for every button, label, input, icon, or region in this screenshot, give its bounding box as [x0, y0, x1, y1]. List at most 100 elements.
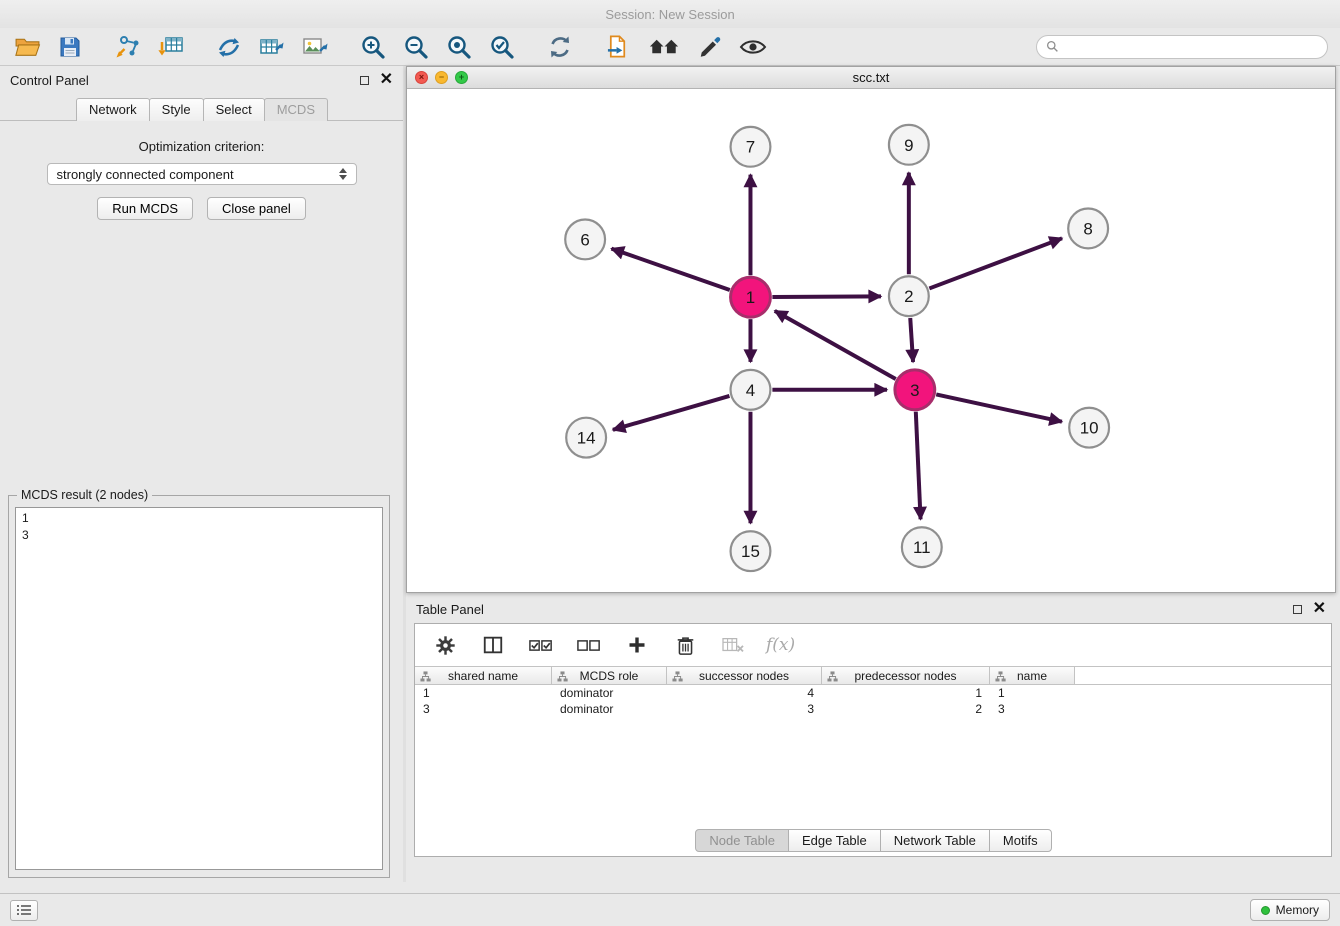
- network-window-title: scc.txt: [407, 70, 1335, 85]
- first-neighbors-icon[interactable]: [646, 32, 682, 62]
- graph-edge[interactable]: [929, 238, 1062, 288]
- svg-text:8: 8: [1083, 219, 1092, 238]
- zoom-selected-icon[interactable]: [487, 32, 517, 62]
- result-line: 1: [22, 510, 376, 527]
- minimize-window-icon[interactable]: −: [435, 71, 448, 84]
- memory-button[interactable]: Memory: [1250, 899, 1330, 921]
- svg-text:3: 3: [910, 381, 919, 400]
- graph-node[interactable]: 10: [1069, 408, 1109, 448]
- function-builder-icon[interactable]: f(x): [766, 635, 795, 655]
- control-panel: Control Panel ✕ Network Style Select MCD…: [0, 66, 403, 882]
- criterion-select[interactable]: strongly connected component: [47, 163, 357, 185]
- search-icon: [1046, 40, 1059, 53]
- export-network-icon[interactable]: [214, 32, 244, 62]
- table-header: shared nameMCDS role successor nodes prede…: [415, 666, 1331, 685]
- column-header-label: successor nodes: [699, 669, 789, 683]
- paintbrush-icon[interactable]: [695, 32, 725, 62]
- table-row[interactable]: 1dominator411: [415, 685, 1331, 701]
- import-network-icon[interactable]: [113, 32, 143, 62]
- sort-column-icon: [827, 671, 838, 682]
- app-title: Session: New Session: [605, 7, 734, 22]
- graph-node[interactable]: 4: [731, 370, 771, 410]
- tab-node-table[interactable]: Node Table: [695, 829, 789, 852]
- tab-motifs[interactable]: Motifs: [989, 829, 1052, 852]
- open-file-icon[interactable]: [12, 32, 42, 62]
- graph-edge[interactable]: [611, 249, 729, 290]
- refresh-icon[interactable]: [545, 32, 575, 62]
- graph-edge[interactable]: [916, 412, 921, 520]
- tab-select[interactable]: Select: [203, 98, 265, 121]
- graph-node[interactable]: 7: [731, 127, 771, 167]
- float-panel-icon[interactable]: [360, 76, 369, 85]
- document-arrow-icon[interactable]: [603, 32, 633, 62]
- status-bar: Memory: [0, 893, 1340, 926]
- graph-node[interactable]: 8: [1068, 209, 1108, 249]
- close-window-icon[interactable]: ×: [415, 71, 428, 84]
- table-row[interactable]: 3dominator323: [415, 701, 1331, 717]
- zoom-in-icon[interactable]: [358, 32, 388, 62]
- network-graph[interactable]: 1 2 3 4 6 7 8 9 10 11 14 15: [407, 89, 1335, 592]
- svg-text:6: 6: [580, 230, 589, 249]
- graph-edge[interactable]: [775, 311, 896, 379]
- run-mcds-button[interactable]: Run MCDS: [97, 197, 193, 220]
- column-header[interactable]: MCDS role: [552, 667, 667, 684]
- export-table-icon[interactable]: [257, 32, 287, 62]
- tab-mcds[interactable]: MCDS: [264, 98, 328, 121]
- optimization-criterion-label: Optimization criterion:: [0, 139, 403, 154]
- table-panel-header: Table Panel ✕: [406, 595, 1336, 623]
- close-panel-icon[interactable]: ✕: [380, 72, 393, 88]
- close-panel-button[interactable]: Close panel: [207, 197, 306, 220]
- column-header[interactable]: shared name: [415, 667, 552, 684]
- view-group: [603, 32, 768, 62]
- table-tabs: Node Table Edge Table Network Table Moti…: [415, 824, 1331, 856]
- graph-edge[interactable]: [910, 318, 913, 362]
- mcds-result-text[interactable]: 13: [15, 507, 383, 870]
- delete-table-icon[interactable]: [718, 630, 748, 660]
- graph-node[interactable]: 1: [731, 277, 771, 317]
- svg-text:1: 1: [746, 288, 755, 307]
- graph-edge[interactable]: [772, 296, 881, 297]
- gear-icon[interactable]: [430, 630, 460, 660]
- graph-node[interactable]: 3: [895, 370, 935, 410]
- eye-icon[interactable]: [738, 32, 768, 62]
- task-history-button[interactable]: [10, 900, 38, 921]
- graph-node[interactable]: 2: [889, 276, 929, 316]
- svg-text:7: 7: [746, 138, 755, 157]
- graph-node[interactable]: 11: [902, 527, 942, 567]
- column-panel-icon[interactable]: [478, 630, 508, 660]
- column-header[interactable]: successor nodes: [667, 667, 822, 684]
- save-icon[interactable]: [55, 32, 85, 62]
- search-input[interactable]: [1065, 39, 1318, 54]
- trash-icon[interactable]: [670, 630, 700, 660]
- graph-node[interactable]: 6: [565, 219, 605, 259]
- graph-node[interactable]: 15: [731, 531, 771, 571]
- svg-text:14: 14: [577, 429, 596, 448]
- zoom-fit-icon[interactable]: [444, 32, 474, 62]
- float-table-panel-icon[interactable]: [1293, 605, 1302, 614]
- tab-network[interactable]: Network: [76, 98, 150, 121]
- export-image-icon[interactable]: [300, 32, 330, 62]
- tab-network-table[interactable]: Network Table: [880, 829, 990, 852]
- file-group: [12, 32, 85, 62]
- graph-edge[interactable]: [613, 396, 730, 430]
- table-cell: 3: [990, 702, 1075, 716]
- graph-node[interactable]: 9: [889, 125, 929, 165]
- zoom-out-icon[interactable]: [401, 32, 431, 62]
- maximize-window-icon[interactable]: +: [455, 71, 468, 84]
- add-column-icon[interactable]: [622, 630, 652, 660]
- import-table-icon[interactable]: [156, 32, 186, 62]
- graph-node[interactable]: 14: [566, 418, 606, 458]
- column-header[interactable]: name: [990, 667, 1075, 684]
- graph-edge[interactable]: [936, 394, 1062, 421]
- search-box[interactable]: [1036, 35, 1328, 59]
- tab-style[interactable]: Style: [149, 98, 204, 121]
- column-header[interactable]: predecessor nodes: [822, 667, 990, 684]
- select-all-icon[interactable]: [526, 630, 556, 660]
- network-canvas[interactable]: 1 2 3 4 6 7 8 9 10 11 14 15: [407, 89, 1335, 592]
- criterion-selected-value: strongly connected component: [57, 167, 336, 182]
- unselect-all-icon[interactable]: [574, 630, 604, 660]
- sort-column-icon: [995, 671, 1006, 682]
- zoom-group: [358, 32, 517, 62]
- close-table-panel-icon[interactable]: ✕: [1313, 601, 1326, 617]
- tab-edge-table[interactable]: Edge Table: [788, 829, 881, 852]
